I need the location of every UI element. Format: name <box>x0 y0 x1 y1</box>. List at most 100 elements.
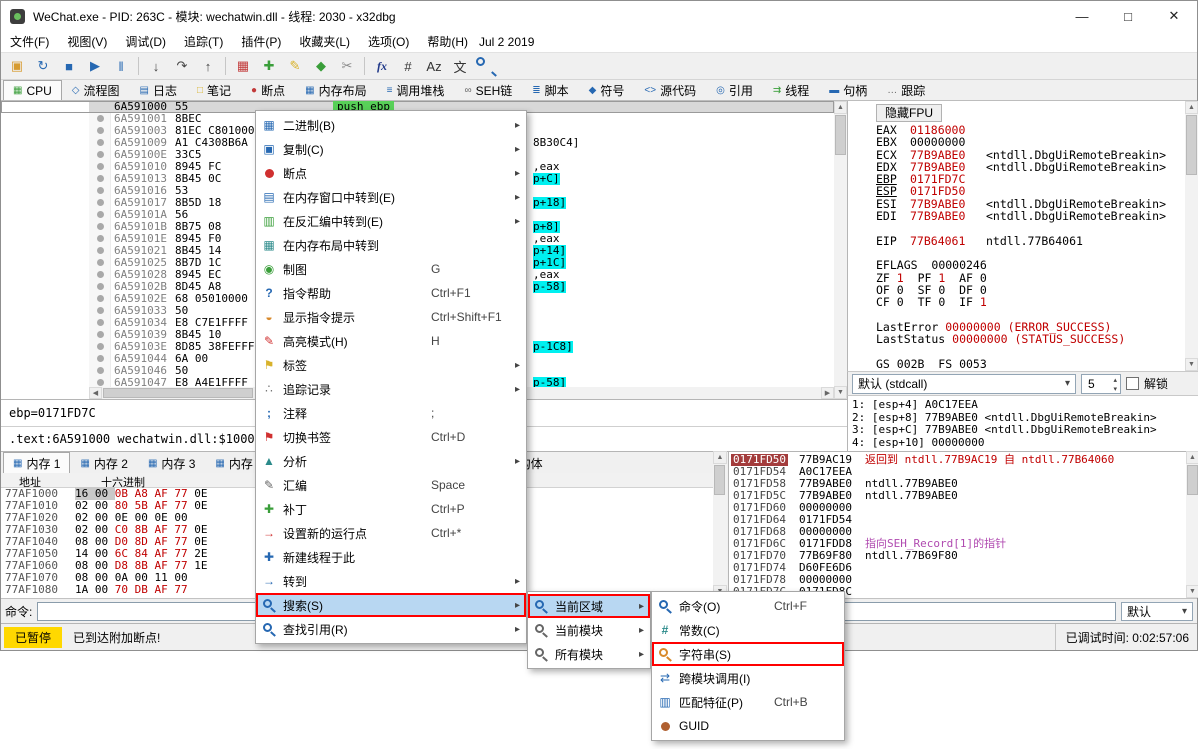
stack-panel[interactable]: 0171FD5077B9AC19返回到 ntdll.77B9AC19 自 ntd… <box>728 451 1186 598</box>
breakpoint-dot[interactable] <box>97 187 104 194</box>
breakpoint-dot[interactable] <box>97 259 104 266</box>
menu-item-follow-memmap[interactable]: ▦在内存布局中转到 <box>256 233 526 257</box>
breakpoint-dot[interactable] <box>97 211 104 218</box>
stack-row[interactable]: 0171FD7800000000 <box>729 574 1186 586</box>
tab-source[interactable]: <>源代码 <box>634 80 706 100</box>
tab-memory-map[interactable]: ▦内存布局 <box>295 80 376 100</box>
breakpoint-dot[interactable] <box>97 199 104 206</box>
pe-tools-button[interactable]: ▦ <box>231 55 255 77</box>
menu-item-new-thread[interactable]: ✚新建线程于此 <box>256 545 526 569</box>
scroll-up-icon[interactable] <box>1185 101 1198 114</box>
menu-options[interactable]: 选项(O) <box>359 30 418 53</box>
comment-button[interactable]: ✎ <box>283 55 307 77</box>
scroll-down-icon[interactable] <box>834 386 847 399</box>
menu-item-bookmark[interactable]: ⚑切换书签Ctrl+D <box>256 425 526 449</box>
stack-scrollbar[interactable] <box>1186 451 1198 598</box>
menu-item-graph[interactable]: ◉制图G <box>256 257 526 281</box>
menu-item-comment[interactable]: ;注释; <box>256 401 526 425</box>
unicode-strings-button[interactable]: 文 <box>448 55 472 77</box>
hide-fpu-button[interactable]: 隐藏FPU <box>876 104 942 122</box>
menu-item-copy[interactable]: ▣复制(C) <box>256 137 526 161</box>
maximize-button[interactable]: □ <box>1105 1 1151 31</box>
breakpoint-dot[interactable] <box>97 175 104 182</box>
tab-dump-3[interactable]: ▦内存 3 <box>138 452 205 473</box>
restart-button[interactable]: ↻ <box>31 55 55 77</box>
menu-item-current-module[interactable]: 当前模块 <box>528 618 650 642</box>
menu-item-follow-disasm[interactable]: ▥在反汇编中转到(E) <box>256 209 526 233</box>
breakpoint-dot[interactable] <box>97 367 104 374</box>
scroll-thumb[interactable] <box>835 115 846 155</box>
scroll-up-icon[interactable] <box>713 451 727 464</box>
breakpoint-dot[interactable] <box>97 223 104 230</box>
disasm-vertical-scrollbar[interactable] <box>834 101 847 399</box>
breakpoint-dot[interactable] <box>97 355 104 362</box>
breakpoint-dot[interactable] <box>97 307 104 314</box>
scroll-thumb[interactable] <box>1187 465 1198 495</box>
dump-scrollbar[interactable] <box>713 451 727 598</box>
pause-button[interactable]: ‖ <box>109 55 133 77</box>
tab-log[interactable]: ▤日志 <box>130 80 187 100</box>
analyze-button[interactable]: ◆ <box>309 55 333 77</box>
menu-item-patch[interactable]: ✚补丁Ctrl+P <box>256 497 526 521</box>
argument-row[interactable]: 1: [esp+4] A0C17EEA <box>852 399 1198 412</box>
search-toolbar-button[interactable] <box>474 55 498 77</box>
argument-row[interactable]: 4: [esp+10] 00000000 <box>852 437 1198 450</box>
stack-row[interactable]: 0171FD5C77B9ABE0ntdll.77B9ABE0 <box>729 490 1186 502</box>
scroll-up-icon[interactable] <box>1186 451 1198 464</box>
menu-file[interactable]: 文件(F) <box>1 30 58 53</box>
open-file-button[interactable]: ▣ <box>5 55 29 77</box>
breakpoint-dot[interactable] <box>97 271 104 278</box>
scroll-thumb[interactable] <box>103 388 253 398</box>
tab-dump-1[interactable]: ▦内存 1 <box>3 452 70 473</box>
menu-item-tooltip[interactable]: ◒显示指令提示Ctrl+Shift+F1 <box>256 305 526 329</box>
menu-item-assemble[interactable]: ✎汇编Space <box>256 473 526 497</box>
breakpoint-dot[interactable] <box>97 163 104 170</box>
breakpoint-dot[interactable] <box>97 319 104 326</box>
scroll-right-icon[interactable] <box>821 387 834 399</box>
close-button[interactable]: ✕ <box>1151 1 1197 31</box>
stack-row[interactable]: 0171FD7077B69F80ntdll.77B69F80 <box>729 550 1186 562</box>
calling-convention-select[interactable]: 默认 (stdcall) <box>852 374 1076 394</box>
menu-view[interactable]: 视图(V) <box>58 30 116 53</box>
menu-item-help[interactable]: ?指令帮助Ctrl+F1 <box>256 281 526 305</box>
menu-plugins[interactable]: 插件(P) <box>232 30 290 53</box>
last-status-row[interactable]: LastStatus 00000000 (STATUS_SUCCESS) <box>876 333 1185 345</box>
scroll-up-icon[interactable] <box>834 101 847 114</box>
scroll-thumb[interactable] <box>714 465 725 495</box>
tab-references[interactable]: ◎引用 <box>706 80 763 100</box>
tab-notes[interactable]: □笔记 <box>187 80 241 100</box>
scroll-thumb[interactable] <box>1186 115 1197 175</box>
tab-symbols[interactable]: ◆符号 <box>579 80 635 100</box>
tab-graph[interactable]: ◇流程图 <box>62 80 130 100</box>
step-into-button[interactable]: ↓ <box>144 55 168 77</box>
menu-item-constant[interactable]: #常数(C) <box>652 618 844 642</box>
breakpoint-dot[interactable] <box>97 139 104 146</box>
menu-item-analysis[interactable]: ▲分析 <box>256 449 526 473</box>
register-row[interactable]: EIP77B64061ntdll.77B64061 <box>876 235 1185 247</box>
breakpoint-dot[interactable] <box>97 151 104 158</box>
menu-item-intermodular-calls[interactable]: ⇄跨模块调用(I) <box>652 666 844 690</box>
breakpoint-dot[interactable] <box>97 283 104 290</box>
register-row[interactable]: EDI77B9ABE0<ntdll.DbgUiRemoteBreakin> <box>876 210 1185 222</box>
tab-threads[interactable]: ⇉线程 <box>763 80 819 100</box>
stack-row[interactable]: 0171FD5077B9AC19返回到 ntdll.77B9AC19 自 ntd… <box>729 454 1186 466</box>
menu-item-references[interactable]: 查找引用(R) <box>256 617 526 641</box>
favourites-button[interactable]: ✚ <box>257 55 281 77</box>
menu-item-binary[interactable]: ▦二进制(B) <box>256 113 526 137</box>
arguments-panel[interactable]: 1: [esp+4] A0C17EEA2: [esp+8] 77B9ABE0 <… <box>847 395 1198 451</box>
tab-seh[interactable]: ∞SEH链 <box>454 80 522 100</box>
tab-dump-2[interactable]: ▦内存 2 <box>70 452 137 473</box>
menu-help[interactable]: 帮助(H) <box>418 30 477 53</box>
scroll-down-icon[interactable] <box>1185 358 1198 371</box>
menu-item-breakpoint[interactable]: 断点 <box>256 161 526 185</box>
tab-breakpoints[interactable]: ●断点 <box>241 80 295 100</box>
menu-item-follow-dump[interactable]: ▤在内存窗口中转到(E) <box>256 185 526 209</box>
argument-row[interactable]: 3: [esp+C] 77B9ABE0 <ntdll.DbgUiRemoteBr… <box>852 424 1198 437</box>
menu-item-new-origin[interactable]: →设置新的运行点Ctrl+* <box>256 521 526 545</box>
breakpoint-dot[interactable] <box>97 115 104 122</box>
menu-item-strings[interactable]: 字符串(S) <box>652 642 844 666</box>
menu-item-goto[interactable]: →转到 <box>256 569 526 593</box>
breakpoint-dot[interactable] <box>97 379 104 386</box>
constant-search-button[interactable]: # <box>396 55 420 77</box>
scroll-left-icon[interactable] <box>89 387 102 399</box>
